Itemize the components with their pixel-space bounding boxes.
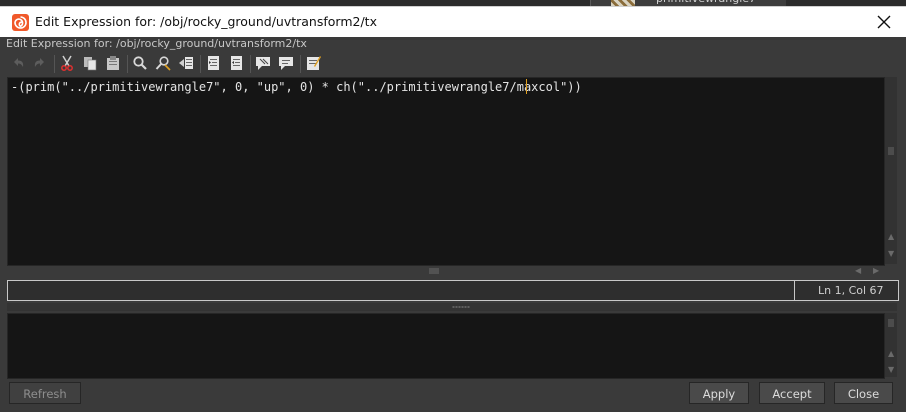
expression-editor[interactable]: -(prim("../primitivewrangle7", 0, "up", …	[7, 77, 885, 266]
close-icon[interactable]	[872, 10, 896, 34]
accept-button[interactable]: Accept	[759, 382, 825, 404]
cursor-position: Ln 1, Col 67	[818, 284, 884, 297]
paste-icon[interactable]	[105, 55, 121, 71]
pane-splitter[interactable]	[7, 303, 897, 311]
uncomment-icon[interactable]	[278, 55, 294, 71]
scrollbar-grip[interactable]	[888, 147, 894, 155]
status-bar: Ln 1, Col 67	[7, 280, 899, 301]
scroll-left-icon[interactable]: ◀	[855, 266, 861, 275]
window-title: Edit Expression for: /obj/rocky_ground/u…	[35, 14, 377, 29]
redo-icon[interactable]	[32, 55, 48, 71]
status-divider	[794, 281, 795, 300]
scroll-right-icon[interactable]: ▶	[873, 266, 879, 275]
houdini-logo-icon	[12, 14, 29, 31]
resize-grip-icon	[429, 268, 439, 274]
background-node-label: primitivewrangle7	[656, 0, 756, 5]
toolbar-separator	[200, 55, 201, 73]
scroll-down-icon[interactable]: ▼	[888, 365, 894, 374]
refresh-button[interactable]: Refresh	[9, 382, 81, 404]
apply-button[interactable]: Apply	[689, 382, 749, 404]
scroll-up-icon[interactable]: ▲	[888, 232, 894, 241]
close-button[interactable]: Close	[834, 382, 893, 404]
toolbar-separator	[54, 55, 55, 73]
goto-line-icon[interactable]	[178, 55, 194, 71]
editor-scrollbar[interactable]: ▲ ▼	[885, 77, 897, 264]
unindent-icon[interactable]	[228, 55, 244, 71]
scroll-down-icon[interactable]: ▼	[888, 249, 894, 258]
splitter-grip-icon	[452, 306, 470, 308]
scrollbar-grip[interactable]	[888, 319, 894, 327]
toolbar-separator	[250, 55, 251, 73]
expression-path-label: Edit Expression for: /obj/rocky_ground/u…	[6, 37, 307, 50]
output-pane	[7, 313, 885, 379]
expression-code[interactable]: -(prim("../primitivewrangle7", 0, "up", …	[11, 79, 582, 95]
indent-icon[interactable]	[205, 55, 221, 71]
cut-icon[interactable]	[59, 55, 75, 71]
undo-icon[interactable]	[10, 55, 26, 71]
replace-icon[interactable]	[155, 55, 171, 71]
copy-icon[interactable]	[82, 55, 98, 71]
title-bar[interactable]: Edit Expression for: /obj/rocky_ground/u…	[0, 6, 906, 37]
output-scrollbar[interactable]: ▲ ▼	[885, 313, 897, 377]
text-caret	[526, 79, 527, 94]
toolbar-separator	[127, 55, 128, 73]
find-icon[interactable]	[132, 55, 148, 71]
editor-toolbar	[8, 55, 338, 73]
comment-icon[interactable]	[255, 55, 271, 71]
settings-icon[interactable]	[305, 55, 321, 71]
toolbar-separator	[300, 55, 301, 73]
scroll-up-icon[interactable]: ▲	[888, 349, 894, 358]
editor-resize-handle[interactable]: ◀ ▶	[7, 266, 897, 276]
